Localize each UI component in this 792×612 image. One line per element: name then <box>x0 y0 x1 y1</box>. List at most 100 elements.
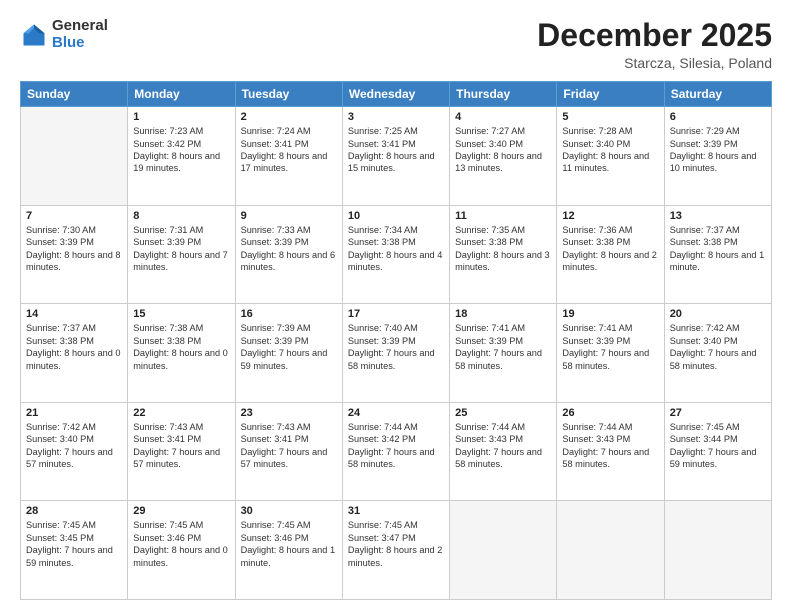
calendar-week-4: 28 Sunrise: 7:45 AMSunset: 3:45 PMDayligh… <box>21 501 772 600</box>
cell-info: Sunrise: 7:25 AMSunset: 3:41 PMDaylight:… <box>348 125 444 175</box>
calendar-cell: 19Sunrise: 7:41 AMSunset: 3:39 PMDayligh… <box>557 304 664 403</box>
calendar-cell: 16Sunrise: 7:39 AMSunset: 3:39 PMDayligh… <box>235 304 342 403</box>
logo: General Blue <box>20 18 108 51</box>
day-number: 26 <box>562 407 658 419</box>
calendar-week-3: 21 Sunrise: 7:42 AMSunset: 3:40 PMDayligh… <box>21 402 772 501</box>
calendar-week-0: 1Sunrise: 7:23 AMSunset: 3:42 PMDaylight… <box>21 107 772 206</box>
calendar-cell: 26Sunrise: 7:44 AMSunset: 3:43 PMDayligh… <box>557 402 664 501</box>
calendar-cell: 29 Sunrise: 7:45 AMSunset: 3:46 PMDayligh… <box>128 501 235 600</box>
calendar-cell: 10 Sunrise: 7:34 AMSunset: 3:38 PMDayligh… <box>342 205 449 304</box>
day-number: 4 <box>455 111 551 123</box>
day-number: 15 <box>133 308 229 320</box>
day-number: 30 <box>241 505 337 517</box>
calendar-cell: 30Sunrise: 7:45 AMSunset: 3:46 PMDayligh… <box>235 501 342 600</box>
cell-info: Sunrise: 7:37 AMSunset: 3:38 PMDaylight:… <box>670 224 766 274</box>
calendar-cell: 22Sunrise: 7:43 AMSunset: 3:41 PMDayligh… <box>128 402 235 501</box>
cell-info: Sunrise: 7:28 AMSunset: 3:40 PMDaylight:… <box>562 125 658 175</box>
calendar-cell: 6Sunrise: 7:29 AMSunset: 3:39 PMDaylight… <box>664 107 771 206</box>
calendar-cell: 1Sunrise: 7:23 AMSunset: 3:42 PMDaylight… <box>128 107 235 206</box>
cell-info: Sunrise: 7:36 AMSunset: 3:38 PMDaylight:… <box>562 224 658 274</box>
title-location: Starcza, Silesia, Poland <box>537 55 772 71</box>
cell-info: Sunrise: 7:23 AMSunset: 3:42 PMDaylight:… <box>133 125 229 175</box>
cell-info: Sunrise: 7:45 AMSunset: 3:45 PMDaylight:… <box>26 519 122 569</box>
cell-info: Sunrise: 7:33 AMSunset: 3:39 PMDaylight:… <box>241 224 337 274</box>
cell-info: Sunrise: 7:27 AMSunset: 3:40 PMDaylight:… <box>455 125 551 175</box>
cell-info: Sunrise: 7:41 AMSunset: 3:39 PMDaylight:… <box>455 322 551 372</box>
calendar-cell: 13 Sunrise: 7:37 AMSunset: 3:38 PMDayligh… <box>664 205 771 304</box>
day-number: 28 <box>26 505 122 517</box>
cell-info: Sunrise: 7:45 AMSunset: 3:47 PMDaylight:… <box>348 519 444 569</box>
calendar-cell <box>664 501 771 600</box>
day-number: 14 <box>26 308 122 320</box>
day-number: 29 <box>133 505 229 517</box>
calendar-cell: 14 Sunrise: 7:37 AMSunset: 3:38 PMDayligh… <box>21 304 128 403</box>
day-number: 27 <box>670 407 766 419</box>
day-number: 11 <box>455 210 551 222</box>
cell-info: Sunrise: 7:44 AMSunset: 3:43 PMDaylight:… <box>455 421 551 471</box>
col-sunday: Sunday <box>21 82 128 107</box>
page: General Blue December 2025 Starcza, Sile… <box>0 0 792 612</box>
logo-blue-text: Blue <box>52 35 108 52</box>
calendar-week-2: 14 Sunrise: 7:37 AMSunset: 3:38 PMDayligh… <box>21 304 772 403</box>
day-number: 25 <box>455 407 551 419</box>
col-tuesday: Tuesday <box>235 82 342 107</box>
calendar-table: Sunday Monday Tuesday Wednesday Thursday… <box>20 81 772 600</box>
cell-info: Sunrise: 7:37 AMSunset: 3:38 PMDaylight:… <box>26 322 122 372</box>
day-number: 3 <box>348 111 444 123</box>
calendar-cell <box>557 501 664 600</box>
calendar-cell: 23Sunrise: 7:43 AMSunset: 3:41 PMDayligh… <box>235 402 342 501</box>
day-number: 12 <box>562 210 658 222</box>
day-number: 2 <box>241 111 337 123</box>
calendar-cell: 11Sunrise: 7:35 AMSunset: 3:38 PMDayligh… <box>450 205 557 304</box>
col-saturday: Saturday <box>664 82 771 107</box>
logo-icon <box>20 21 48 49</box>
calendar-cell: 8Sunrise: 7:31 AMSunset: 3:39 PMDaylight… <box>128 205 235 304</box>
title-block: December 2025 Starcza, Silesia, Poland <box>537 18 772 71</box>
day-number: 31 <box>348 505 444 517</box>
calendar-cell: 4 Sunrise: 7:27 AMSunset: 3:40 PMDaylight… <box>450 107 557 206</box>
cell-info: Sunrise: 7:45 AMSunset: 3:44 PMDaylight:… <box>670 421 766 471</box>
calendar-cell: 3 Sunrise: 7:25 AMSunset: 3:41 PMDaylight… <box>342 107 449 206</box>
day-number: 10 <box>348 210 444 222</box>
day-number: 24 <box>348 407 444 419</box>
title-month: December 2025 <box>537 18 772 53</box>
cell-info: Sunrise: 7:24 AMSunset: 3:41 PMDaylight:… <box>241 125 337 175</box>
cell-info: Sunrise: 7:42 AMSunset: 3:40 PMDaylight:… <box>670 322 766 372</box>
header: General Blue December 2025 Starcza, Sile… <box>20 18 772 71</box>
calendar-cell: 18 Sunrise: 7:41 AMSunset: 3:39 PMDayligh… <box>450 304 557 403</box>
calendar-cell: 12 Sunrise: 7:36 AMSunset: 3:38 PMDayligh… <box>557 205 664 304</box>
col-thursday: Thursday <box>450 82 557 107</box>
cell-info: Sunrise: 7:29 AMSunset: 3:39 PMDaylight:… <box>670 125 766 175</box>
calendar-cell: 9 Sunrise: 7:33 AMSunset: 3:39 PMDaylight… <box>235 205 342 304</box>
calendar-cell: 17 Sunrise: 7:40 AMSunset: 3:39 PMDayligh… <box>342 304 449 403</box>
day-number: 21 <box>26 407 122 419</box>
cell-info: Sunrise: 7:40 AMSunset: 3:39 PMDaylight:… <box>348 322 444 372</box>
calendar-cell: 21 Sunrise: 7:42 AMSunset: 3:40 PMDayligh… <box>21 402 128 501</box>
calendar-cell <box>21 107 128 206</box>
logo-text: General Blue <box>52 18 108 51</box>
day-number: 17 <box>348 308 444 320</box>
calendar-cell: 27 Sunrise: 7:45 AMSunset: 3:44 PMDayligh… <box>664 402 771 501</box>
cell-info: Sunrise: 7:30 AMSunset: 3:39 PMDaylight:… <box>26 224 122 274</box>
day-number: 9 <box>241 210 337 222</box>
calendar-cell: 25 Sunrise: 7:44 AMSunset: 3:43 PMDayligh… <box>450 402 557 501</box>
day-number: 23 <box>241 407 337 419</box>
calendar-cell: 20Sunrise: 7:42 AMSunset: 3:40 PMDayligh… <box>664 304 771 403</box>
calendar-cell: 28 Sunrise: 7:45 AMSunset: 3:45 PMDayligh… <box>21 501 128 600</box>
cell-info: Sunrise: 7:34 AMSunset: 3:38 PMDaylight:… <box>348 224 444 274</box>
calendar-header-row: Sunday Monday Tuesday Wednesday Thursday… <box>21 82 772 107</box>
day-number: 13 <box>670 210 766 222</box>
calendar-cell: 31 Sunrise: 7:45 AMSunset: 3:47 PMDayligh… <box>342 501 449 600</box>
day-number: 16 <box>241 308 337 320</box>
cell-info: Sunrise: 7:45 AMSunset: 3:46 PMDaylight:… <box>133 519 229 569</box>
cell-info: Sunrise: 7:42 AMSunset: 3:40 PMDaylight:… <box>26 421 122 471</box>
day-number: 7 <box>26 210 122 222</box>
day-number: 22 <box>133 407 229 419</box>
cell-info: Sunrise: 7:44 AMSunset: 3:42 PMDaylight:… <box>348 421 444 471</box>
col-friday: Friday <box>557 82 664 107</box>
day-number: 18 <box>455 308 551 320</box>
col-wednesday: Wednesday <box>342 82 449 107</box>
logo-general-text: General <box>52 18 108 35</box>
calendar-cell: 7 Sunrise: 7:30 AMSunset: 3:39 PMDaylight… <box>21 205 128 304</box>
calendar-cell <box>450 501 557 600</box>
